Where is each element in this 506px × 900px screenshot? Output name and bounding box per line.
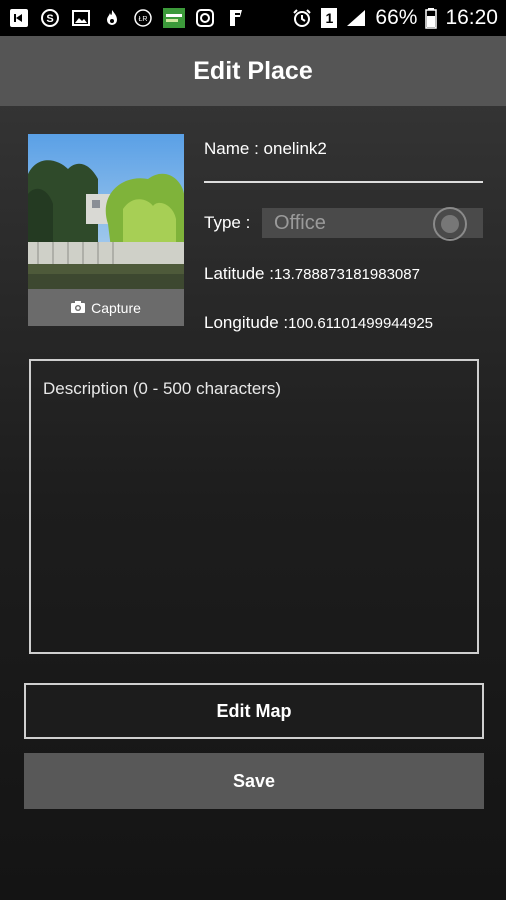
- instagram-icon: [194, 7, 216, 29]
- app-icon: [163, 7, 185, 29]
- name-input[interactable]: onelink2: [264, 139, 327, 158]
- clock-time: 16:20: [445, 6, 498, 29]
- description-textarea[interactable]: Description (0 - 500 characters): [29, 359, 479, 654]
- save-button[interactable]: Save: [24, 753, 484, 809]
- signal-icon: [345, 7, 367, 29]
- place-photo[interactable]: [28, 134, 184, 290]
- notification-icons: S ŁR: [0, 7, 247, 29]
- edit-map-button[interactable]: Edit Map: [24, 683, 484, 739]
- latitude-row: Latitude :13.788873181983087: [204, 264, 420, 284]
- skype-icon: S: [39, 7, 61, 29]
- type-label: Type :: [204, 213, 251, 232]
- name-row: Name : onelink2: [204, 139, 327, 159]
- gallery-icon: [70, 7, 92, 29]
- longitude-value: 100.61101499944925: [288, 315, 434, 332]
- capture-label: Capture: [91, 299, 141, 316]
- capture-button[interactable]: Capture: [28, 289, 184, 326]
- svg-text:S: S: [46, 13, 53, 25]
- foursquare-icon: [225, 7, 247, 29]
- fire-icon: [101, 7, 123, 29]
- system-status: 1 66% 16:20: [291, 6, 506, 30]
- name-label: Name :: [204, 139, 259, 158]
- back-arrow-icon: [8, 7, 30, 29]
- latitude-label: Latitude :: [204, 264, 274, 283]
- svg-text:ŁR: ŁR: [139, 16, 148, 23]
- page-title: Edit Place: [193, 56, 313, 85]
- longitude-label: Longitude :: [204, 313, 289, 332]
- latitude-value: 13.788873181983087: [273, 266, 420, 283]
- camera-icon: [71, 300, 86, 316]
- app-bar: Edit Place: [0, 36, 506, 106]
- alarm-icon: [291, 7, 313, 29]
- ltr-icon: ŁR: [132, 7, 154, 29]
- longitude-row: Longitude :100.61101499944925: [204, 313, 433, 333]
- battery-icon: [425, 7, 438, 29]
- sim-badge: 1: [321, 8, 338, 28]
- type-selector[interactable]: Office: [262, 207, 483, 241]
- name-input-underline: [204, 181, 483, 183]
- status-bar: S ŁR 1 66% 16:20: [0, 0, 506, 36]
- description-placeholder: Description (0 - 500 characters): [43, 379, 282, 398]
- type-radio-icon: [433, 207, 467, 241]
- type-value: Office: [274, 211, 326, 234]
- battery-percent: 66%: [375, 6, 418, 29]
